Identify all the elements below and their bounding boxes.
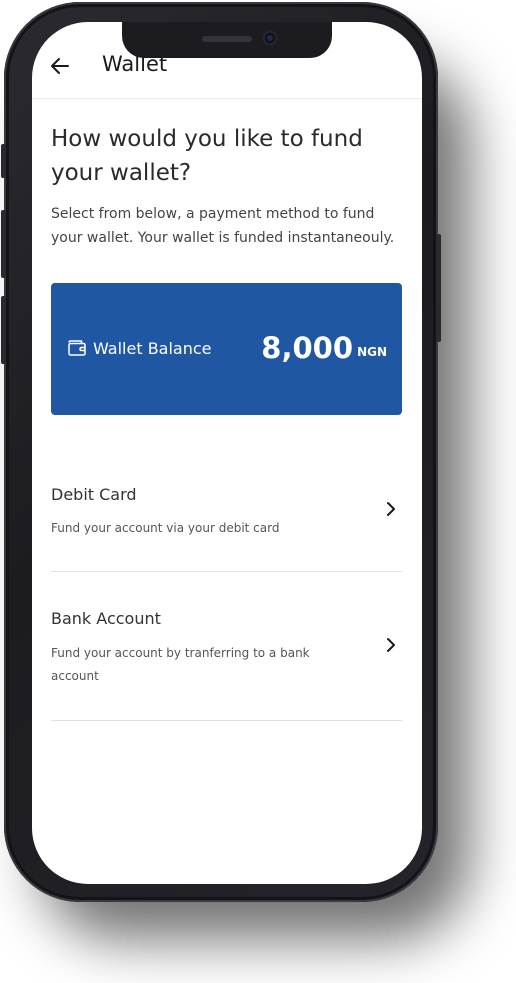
wallet-balance-amount: 8,000: [261, 331, 353, 365]
notch: [122, 22, 332, 58]
option-description: Fund your account by tranferring to a ba…: [51, 646, 310, 683]
side-button-mute: [1, 144, 6, 178]
chevron-right-icon[interactable]: [384, 637, 398, 653]
front-camera: [262, 30, 278, 46]
side-button-volume-down: [1, 296, 6, 364]
option-bank-account[interactable]: Bank Account Fund your account by tranfe…: [51, 596, 402, 721]
side-button-volume-up: [1, 210, 6, 278]
wallet-balance-currency: NGN: [357, 345, 387, 359]
side-button-power: [436, 234, 441, 342]
chevron-right-icon[interactable]: [384, 501, 398, 517]
wallet-balance-card: Wallet Balance 8,000 NGN: [51, 283, 402, 415]
funding-heading: How would you like to fund your wallet?: [51, 126, 363, 186]
funding-subtext: Select from below, a payment method to f…: [51, 206, 395, 246]
phone-frame: Wallet How would you like to fund your w…: [1, 2, 441, 902]
speaker-grille: [202, 36, 252, 42]
wallet-icon: [68, 340, 86, 356]
option-description: Fund your account via your debit card: [51, 521, 280, 535]
stage: Wallet How would you like to fund your w…: [0, 0, 516, 983]
option-title: Debit Card: [51, 485, 137, 504]
option-debit-card[interactable]: Debit Card Fund your account via your de…: [51, 472, 402, 572]
phone-screen: Wallet How would you like to fund your w…: [32, 22, 422, 884]
wallet-balance-label: Wallet Balance: [93, 339, 212, 358]
arrow-left-icon[interactable]: [48, 54, 72, 78]
option-title: Bank Account: [51, 609, 161, 628]
